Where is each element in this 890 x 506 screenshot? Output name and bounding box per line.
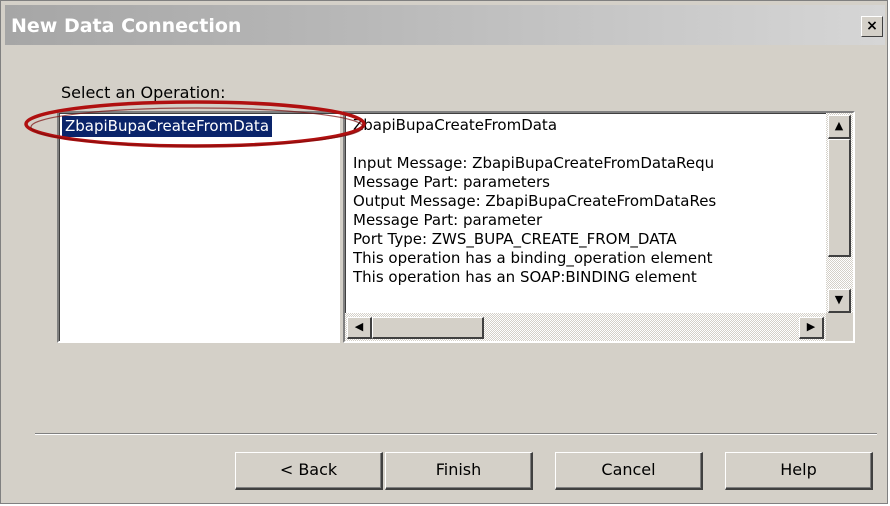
help-button[interactable]: Help bbox=[725, 452, 873, 490]
details-line: This operation has an SOAP:BINDING eleme… bbox=[353, 268, 697, 286]
cancel-button[interactable]: Cancel bbox=[555, 452, 703, 490]
operation-details-box[interactable]: ZbapiBupaCreateFromData Input Message: Z… bbox=[343, 111, 855, 343]
details-line: Message Part: parameters bbox=[353, 173, 550, 191]
details-line: This operation has a binding_operation e… bbox=[353, 249, 713, 267]
scroll-up-arrow-icon[interactable]: ▲ bbox=[828, 115, 851, 139]
window-title: New Data Connection bbox=[11, 15, 242, 37]
scrollbar-corner bbox=[826, 313, 853, 341]
scroll-left-arrow-icon[interactable]: ◀ bbox=[347, 317, 372, 339]
details-line: Output Message: ZbapiBupaCreateFromDataR… bbox=[353, 192, 717, 210]
horizontal-scrollbar[interactable]: ◀ ▶ bbox=[345, 313, 826, 341]
select-operation-label: Select an Operation: bbox=[61, 83, 226, 102]
close-button[interactable]: × bbox=[861, 16, 883, 37]
details-line: Port Type: ZWS_BUPA_CREATE_FROM_DATA bbox=[353, 230, 677, 248]
vertical-scrollbar[interactable]: ▲ ▼ bbox=[826, 113, 853, 313]
operation-list-item[interactable]: ZbapiBupaCreateFromData bbox=[62, 116, 273, 137]
details-line: Input Message: ZbapiBupaCreateFromDataRe… bbox=[353, 154, 715, 172]
details-line: Message Part: parameter bbox=[353, 211, 543, 229]
button-separator bbox=[35, 433, 877, 435]
title-bar[interactable]: New Data Connection × bbox=[5, 5, 885, 45]
new-data-connection-dialog: New Data Connection × Select an Operatio… bbox=[0, 0, 888, 504]
operation-details-text: ZbapiBupaCreateFromData Input Message: Z… bbox=[353, 116, 823, 312]
horizontal-scroll-thumb[interactable] bbox=[372, 317, 484, 339]
finish-button[interactable]: Finish bbox=[385, 452, 533, 490]
details-heading: ZbapiBupaCreateFromData bbox=[353, 116, 558, 134]
vertical-scroll-thumb[interactable] bbox=[828, 139, 851, 257]
operation-list[interactable]: ZbapiBupaCreateFromData bbox=[57, 111, 340, 343]
scroll-right-arrow-icon[interactable]: ▶ bbox=[799, 317, 824, 339]
back-button[interactable]: < Back bbox=[235, 452, 383, 490]
scroll-down-arrow-icon[interactable]: ▼ bbox=[828, 289, 851, 313]
